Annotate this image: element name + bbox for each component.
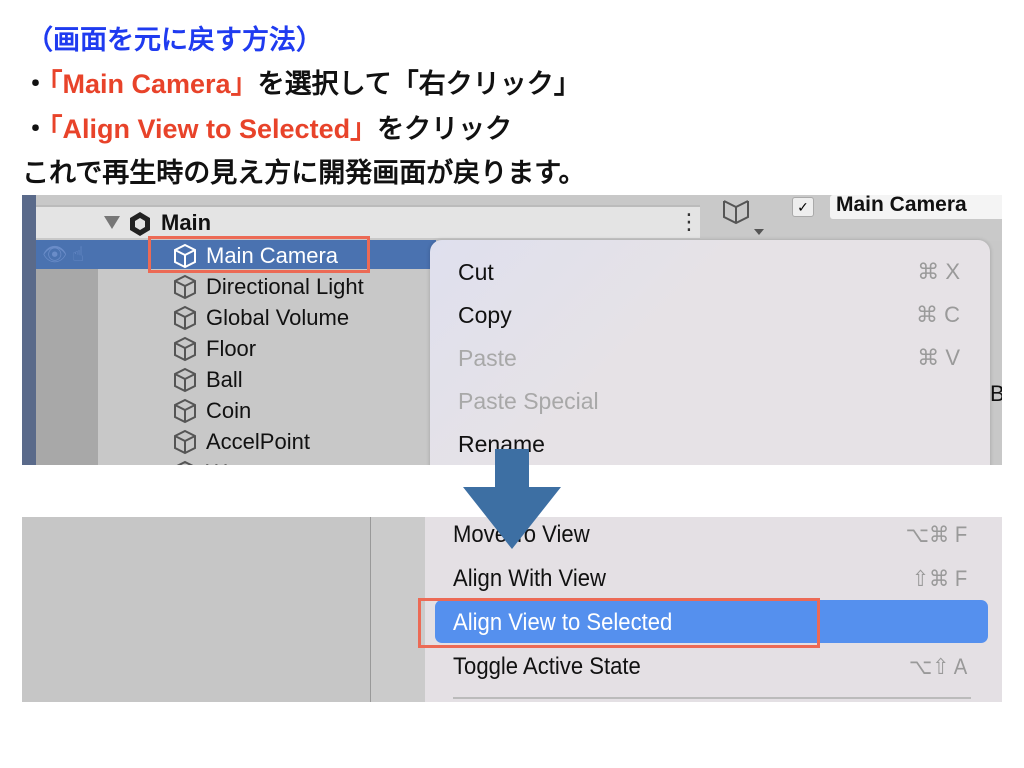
menu-item[interactable]: Align With View ⇧⌘ F bbox=[453, 557, 967, 601]
gameobject-cube-icon bbox=[174, 274, 196, 299]
menu-item-shortcut: ⇧⌘ F bbox=[912, 566, 968, 591]
left-edge bbox=[22, 195, 36, 465]
gameobject-cube-icon bbox=[174, 398, 196, 423]
hierarchy-item-label: Floor bbox=[206, 335, 257, 361]
hierarchy-item[interactable]: Coin bbox=[172, 395, 251, 426]
gameobject-cube-icon bbox=[174, 336, 196, 361]
eye-icon[interactable]: 👁 bbox=[42, 242, 67, 267]
down-arrow-icon bbox=[463, 449, 561, 549]
scene-header[interactable]: Main ⋮ bbox=[36, 205, 700, 238]
menu-item[interactable]: Copy ⌘ C bbox=[458, 295, 960, 335]
hierarchy-item[interactable]: AccelPoint bbox=[172, 426, 310, 457]
hierarchy-item-label: Ball bbox=[206, 366, 243, 392]
menu-item-label: Align With View bbox=[453, 565, 606, 592]
hierarchy-item[interactable]: Directional Light bbox=[172, 271, 364, 302]
menu-item[interactable]: Paste Special bbox=[458, 381, 960, 421]
active-checkbox[interactable]: ✓ bbox=[792, 197, 814, 217]
expand-triangle-icon[interactable] bbox=[104, 216, 120, 229]
scene-name: Main bbox=[161, 210, 212, 235]
menu-item[interactable]: Toggle Active State ⌥⇧ A bbox=[453, 645, 967, 689]
summary: これで再生時の見え方に開発画面が戻ります。 bbox=[22, 158, 586, 188]
hierarchy-item[interactable]: W bbox=[172, 457, 227, 465]
unity-scene-icon bbox=[130, 212, 150, 236]
hierarchy-item-label: W bbox=[206, 460, 227, 466]
menu-item-shortcut: ⌘ C bbox=[916, 302, 960, 327]
hierarchy-item[interactable]: Ball bbox=[172, 364, 243, 395]
hierarchy-item[interactable]: Floor bbox=[172, 333, 256, 364]
inspector-header: ✓ Main Camera bbox=[700, 195, 1002, 241]
hierarchy-item[interactable]: Global Volume bbox=[172, 302, 349, 333]
menu-separator bbox=[453, 697, 971, 699]
bullet: ・ bbox=[22, 114, 49, 144]
more-options-icon[interactable]: ⋮ bbox=[678, 209, 700, 235]
inspector-partial-text: Ba bbox=[990, 381, 1002, 406]
heading: （画面を元に戻す方法） bbox=[26, 25, 323, 55]
menu-item-shortcut: ⌥⇧ A bbox=[908, 654, 968, 679]
menu-item-shortcut: ⌘ V bbox=[917, 345, 960, 370]
menu-item-label: Cut bbox=[458, 258, 494, 285]
gameobject-cube-icon bbox=[175, 460, 195, 465]
highlight-box bbox=[148, 236, 370, 273]
gameobject-icon bbox=[723, 200, 764, 235]
gameobject-cube-icon bbox=[174, 429, 196, 454]
menu-item-label: Copy bbox=[458, 301, 512, 328]
menu-item-label: Paste Special bbox=[458, 387, 599, 414]
gameobject-cube-icon bbox=[174, 305, 196, 330]
step-1-highlight: 「Main Camera」 bbox=[49, 69, 258, 99]
step-2: ・「Align View to Selected」をクリック bbox=[22, 107, 512, 146]
pick-hand-icon[interactable]: ☝ bbox=[72, 242, 84, 267]
menu-item[interactable]: Paste ⌘ V bbox=[458, 338, 960, 378]
hierarchy-item-label: Global Volume bbox=[206, 304, 350, 330]
object-name-field[interactable]: Main Camera bbox=[830, 195, 1002, 219]
menu-item[interactable]: Cut ⌘ X bbox=[458, 252, 960, 292]
gameobject-cube-icon bbox=[174, 367, 196, 392]
menu-item-label: Toggle Active State bbox=[453, 653, 641, 680]
highlight-box bbox=[418, 598, 820, 648]
step-2-highlight: 「Align View to Selected」 bbox=[49, 114, 378, 144]
hierarchy-item-label: Coin bbox=[206, 397, 252, 423]
step-1-text: を選択して「右クリック」 bbox=[257, 69, 581, 99]
menu-item-shortcut: ⌥⌘ F bbox=[905, 522, 968, 547]
context-menu: Cut ⌘ X Copy ⌘ C Paste ⌘ V Paste Special Rename bbox=[430, 240, 990, 465]
step-2-text: をクリック bbox=[377, 114, 513, 144]
bullet: ・ bbox=[22, 69, 49, 99]
step-1: ・「Main Camera」を選択して「右クリック」 bbox=[22, 62, 581, 101]
menu-item-label: Paste bbox=[458, 344, 517, 371]
visibility-column bbox=[36, 240, 98, 465]
hierarchy-screenshot: Main ⋮ 👁 ☝ Main Camera Directional Light G… bbox=[22, 195, 1002, 465]
hierarchy-item-label: Directional Light bbox=[206, 273, 364, 299]
hierarchy-item-label: AccelPoint bbox=[206, 428, 310, 454]
panel-divider bbox=[370, 517, 425, 702]
menu-item-shortcut: ⌘ X bbox=[917, 259, 960, 284]
